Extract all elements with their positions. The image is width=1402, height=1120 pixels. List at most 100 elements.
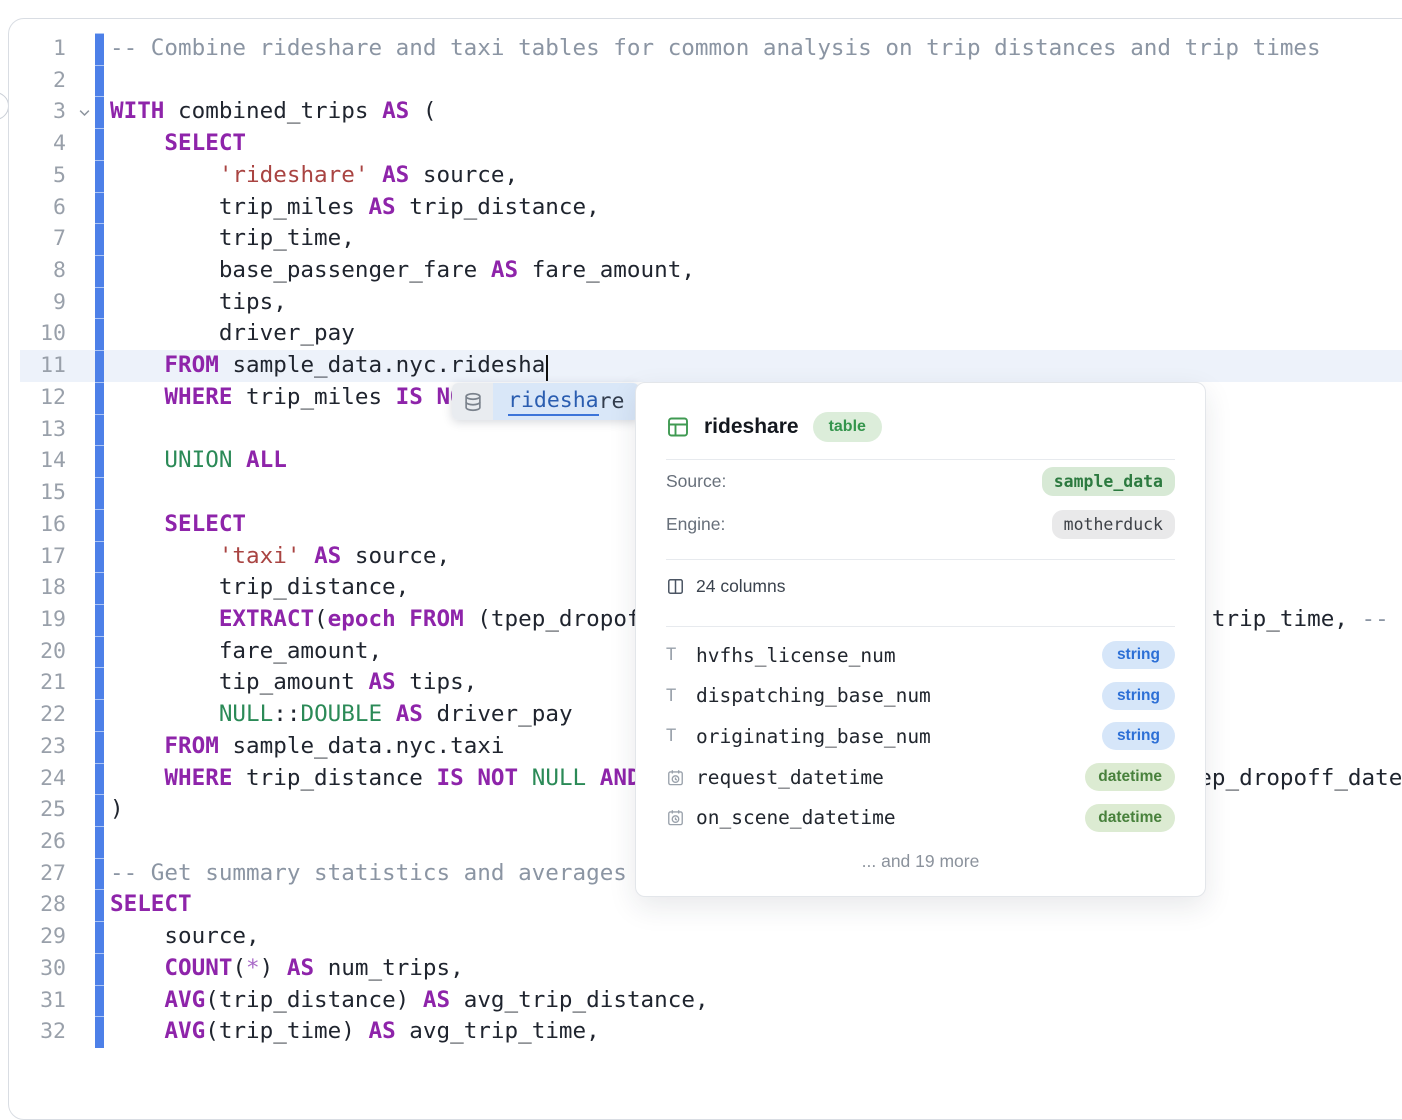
code-line[interactable]: 2 bbox=[0, 65, 1402, 97]
modified-line-indicator bbox=[95, 255, 104, 287]
code-line[interactable]: 30 COUNT(*) AS num_trips, bbox=[0, 953, 1402, 985]
column-name: hvfhs_license_num bbox=[696, 644, 1102, 667]
code-line[interactable]: 10 driver_pay bbox=[0, 318, 1402, 350]
line-number: 27 bbox=[0, 858, 66, 890]
modified-line-indicator bbox=[95, 826, 104, 858]
database-icon bbox=[452, 383, 493, 420]
fold-gutter bbox=[66, 763, 94, 795]
column-row: on_scene_datetimedatetime bbox=[666, 797, 1175, 838]
code-line[interactable]: 5 'rideshare' AS source, bbox=[0, 160, 1402, 192]
fold-gutter bbox=[66, 128, 94, 160]
line-number: 19 bbox=[0, 604, 66, 636]
modified-line-indicator bbox=[95, 160, 104, 192]
code-text[interactable]: SELECT bbox=[110, 509, 246, 541]
line-number: 30 bbox=[0, 953, 66, 985]
code-text[interactable]: driver_pay bbox=[110, 318, 355, 350]
code-line[interactable]: 11 FROM sample_data.nyc.ridesha bbox=[0, 350, 1402, 382]
code-line[interactable]: 6 trip_miles AS trip_distance, bbox=[0, 192, 1402, 224]
modified-line-indicator bbox=[95, 921, 104, 953]
fold-gutter bbox=[66, 160, 94, 192]
fold-gutter bbox=[66, 985, 94, 1017]
code-text[interactable]: tips, bbox=[110, 287, 287, 319]
table-badge: table bbox=[813, 412, 882, 442]
line-number: 4 bbox=[0, 128, 66, 160]
code-line[interactable]: 32 AVG(trip_time) AS avg_trip_time, bbox=[0, 1016, 1402, 1048]
fold-gutter bbox=[66, 255, 94, 287]
line-number: 10 bbox=[0, 318, 66, 350]
columns-count-row: 24 columns bbox=[666, 560, 1175, 613]
modified-line-indicator bbox=[95, 889, 104, 921]
line-number: 18 bbox=[0, 572, 66, 604]
code-text[interactable]: base_passenger_fare AS fare_amount, bbox=[110, 255, 695, 287]
code-line[interactable]: 3WITH combined_trips AS ( bbox=[0, 96, 1402, 128]
code-text[interactable]: FROM sample_data.nyc.ridesha bbox=[110, 350, 545, 382]
column-row: request_datetimedatetime bbox=[666, 757, 1175, 798]
column-name: request_datetime bbox=[696, 766, 1085, 789]
code-text[interactable]: trip_distance, bbox=[110, 572, 409, 604]
code-text[interactable]: -- Combine rideshare and taxi tables for… bbox=[110, 33, 1321, 65]
datetime-type-icon bbox=[666, 768, 696, 787]
code-text[interactable]: fare_amount, bbox=[110, 636, 382, 668]
code-text[interactable]: AVG(trip_distance) AS avg_trip_distance, bbox=[110, 985, 709, 1017]
divider bbox=[666, 626, 1175, 627]
line-number: 23 bbox=[0, 731, 66, 763]
modified-line-indicator bbox=[95, 65, 104, 97]
code-text[interactable]: ) bbox=[110, 794, 124, 826]
modified-line-indicator bbox=[95, 985, 104, 1017]
modified-line-indicator bbox=[95, 192, 104, 224]
modified-line-indicator bbox=[95, 382, 104, 414]
code-text[interactable]: COUNT(*) AS num_trips, bbox=[110, 953, 464, 985]
code-line[interactable]: 1-- Combine rideshare and taxi tables fo… bbox=[0, 33, 1402, 65]
code-text[interactable]: SELECT bbox=[110, 128, 246, 160]
line-number: 31 bbox=[0, 985, 66, 1017]
code-text[interactable]: UNION ALL bbox=[110, 445, 287, 477]
code-line[interactable]: 29 source, bbox=[0, 921, 1402, 953]
code-line[interactable]: 8 base_passenger_fare AS fare_amount, bbox=[0, 255, 1402, 287]
fold-gutter bbox=[66, 636, 94, 668]
fold-gutter bbox=[66, 318, 94, 350]
line-number: 17 bbox=[0, 541, 66, 573]
column-type-badge: datetime bbox=[1085, 763, 1175, 791]
code-text[interactable]: trip_time, bbox=[110, 223, 355, 255]
column-type-badge: datetime bbox=[1085, 804, 1175, 832]
code-text[interactable]: tip_amount AS tips, bbox=[110, 667, 477, 699]
code-text[interactable]: source, bbox=[110, 921, 260, 953]
modified-line-indicator bbox=[95, 414, 104, 446]
code-text[interactable]: SELECT bbox=[110, 889, 192, 921]
code-text[interactable]: 'taxi' AS source, bbox=[110, 541, 450, 573]
code-line[interactable]: 9 tips, bbox=[0, 287, 1402, 319]
fold-gutter bbox=[66, 414, 94, 446]
modified-line-indicator bbox=[95, 763, 104, 795]
modified-line-indicator bbox=[95, 636, 104, 668]
autocomplete-rest-text: re bbox=[599, 389, 625, 414]
code-text[interactable]: AVG(trip_time) AS avg_trip_time, bbox=[110, 1016, 600, 1048]
code-text[interactable]: NULL::DOUBLE AS driver_pay bbox=[110, 699, 573, 731]
modified-line-indicator bbox=[95, 223, 104, 255]
fold-gutter bbox=[66, 731, 94, 763]
line-number: 13 bbox=[0, 414, 66, 446]
string-type-icon: T bbox=[666, 645, 696, 665]
modified-line-indicator bbox=[95, 477, 104, 509]
line-number: 24 bbox=[0, 763, 66, 795]
table-icon bbox=[666, 415, 690, 439]
code-text[interactable]: FROM sample_data.nyc.taxi bbox=[110, 731, 505, 763]
source-row: Source: sample_data bbox=[666, 460, 1175, 503]
source-label: Source: bbox=[666, 471, 726, 492]
panel-header: rideshare table bbox=[666, 408, 1175, 446]
fold-chevron-icon[interactable] bbox=[66, 96, 94, 128]
modified-line-indicator bbox=[95, 509, 104, 541]
code-line[interactable]: 31 AVG(trip_distance) AS avg_trip_distan… bbox=[0, 985, 1402, 1017]
code-text[interactable]: WITH combined_trips AS ( bbox=[110, 96, 437, 128]
modified-line-indicator bbox=[95, 318, 104, 350]
line-number: 11 bbox=[0, 350, 66, 382]
code-text[interactable]: 'rideshare' AS source, bbox=[110, 160, 518, 192]
autocomplete-item-rideshare[interactable]: rideshare bbox=[493, 383, 639, 420]
column-name: dispatching_base_num bbox=[696, 684, 1102, 707]
code-line[interactable]: 7 trip_time, bbox=[0, 223, 1402, 255]
code-text[interactable]: trip_miles AS trip_distance, bbox=[110, 192, 600, 224]
table-info-panel: rideshare table Source: sample_data Engi… bbox=[635, 382, 1206, 897]
code-line[interactable]: 4 SELECT bbox=[0, 128, 1402, 160]
columns-icon bbox=[666, 577, 685, 596]
table-name: rideshare bbox=[704, 415, 799, 439]
line-number: 16 bbox=[0, 509, 66, 541]
